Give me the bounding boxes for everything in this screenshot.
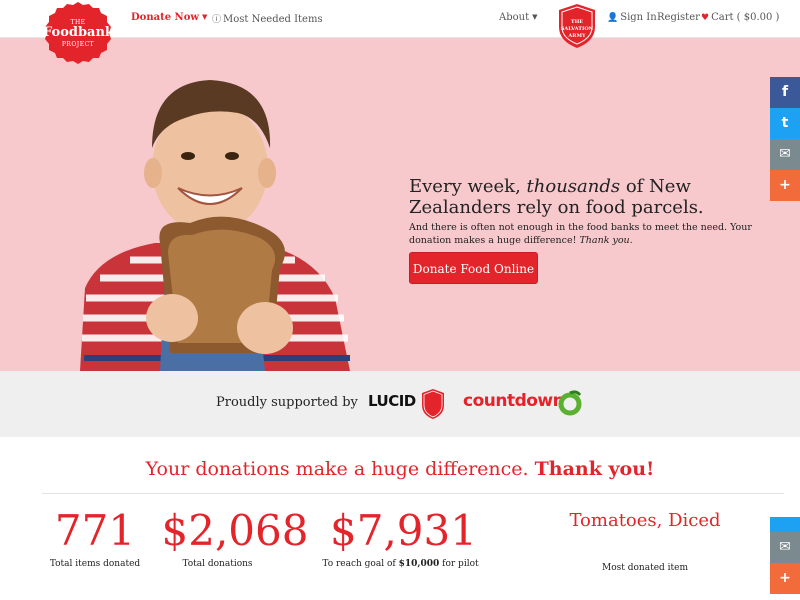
plus-icon: + (770, 170, 800, 201)
total-items-label: Total items donated (49, 559, 141, 569)
goal-label-pre: To reach goal of (322, 559, 399, 569)
sign-in-label: Sign In (620, 12, 657, 23)
most-needed-items-link[interactable]: ⓘ Most Needed Items (212, 12, 323, 25)
register-label: Register (657, 12, 700, 23)
donate-food-online-button[interactable]: Donate Food Online (409, 252, 538, 284)
most-needed-label: Most Needed Items (223, 14, 323, 25)
share-email-button-bottom[interactable]: ✉ (770, 532, 800, 563)
sponsors-label: Proudly supported by (216, 395, 358, 410)
total-donations-label: Total donations (182, 559, 253, 569)
email-icon: ✉ (770, 532, 800, 563)
top-navbar: THE Foodbank PROJECT Donate Now ▼ ⓘ Most N… (0, 0, 800, 64)
countdown-logo: countdown (463, 391, 565, 411)
countdown-swirl-icon (558, 390, 582, 416)
donate-now-label: Donate Now (131, 12, 199, 23)
plus-icon: + (770, 563, 800, 594)
donate-now-dropdown[interactable]: Donate Now ▼ (131, 12, 207, 23)
child-holding-bread-image (80, 80, 350, 371)
stats-divider (42, 493, 784, 494)
info-icon: ⓘ (212, 15, 222, 25)
about-label: About (499, 12, 530, 23)
share-more-button[interactable]: + (770, 170, 800, 201)
sign-in-link[interactable]: 👤 Sign In (607, 12, 657, 23)
logo-line-2: Foodbank (43, 25, 114, 40)
heart-icon: ♥ (701, 13, 710, 23)
about-dropdown[interactable]: About ▼ (499, 12, 538, 23)
remaining-goal-value: $7,931 (330, 506, 477, 555)
lucid-logo: LUCID (368, 392, 416, 410)
most-donated-item-value: Tomatoes, Diced (569, 510, 721, 531)
twitter-icon (770, 517, 800, 532)
chevron-down-icon: ▼ (201, 12, 208, 21)
most-donated-item-label: Most donated item (602, 563, 688, 573)
cart-label: Cart ( $0.00 ) (711, 12, 780, 23)
stats-heading: Your donations make a huge difference. T… (0, 458, 800, 480)
salvation-army-sponsor-logo (422, 389, 444, 419)
stats-heading-thanks: Thank you! (534, 458, 655, 480)
goal-label-post: for pilot (439, 559, 479, 569)
hero-banner: Every week, thousands of New Zealanders … (0, 38, 800, 371)
svg-text:SALVATION: SALVATION (561, 26, 594, 32)
twitter-icon: t (770, 108, 800, 139)
svg-text:THE: THE (571, 19, 583, 25)
total-items-value: 771 (54, 506, 136, 555)
hero-subtext: And there is often not enough in the foo… (409, 221, 759, 247)
sponsors-bar: Proudly supported by LUCID countdown (0, 371, 800, 437)
hero-subtext-thanks: Thank you. (579, 235, 633, 246)
salvation-army-logo[interactable]: THE SALVATION ARMY (556, 3, 598, 49)
total-donations-value: $2,068 (161, 506, 309, 555)
hero-heading-emphasis: thousands (526, 176, 621, 197)
logo-line-3: PROJECT (61, 41, 95, 48)
facebook-icon: f (770, 77, 800, 108)
share-more-button-bottom[interactable]: + (770, 563, 800, 594)
register-link[interactable]: Register (657, 12, 700, 23)
remaining-goal-label: To reach goal of $10,000 for pilot (318, 559, 483, 569)
share-twitter-button-bottom[interactable] (770, 517, 800, 532)
logo-text: THE Foodbank PROJECT (43, 0, 114, 70)
share-facebook-button[interactable]: f (770, 77, 800, 108)
share-email-button[interactable]: ✉ (770, 139, 800, 170)
cart-link[interactable]: ♥ Cart ( $0.00 ) (701, 12, 779, 23)
hero-heading: Every week, thousands of New Zealanders … (409, 176, 759, 218)
goal-amount: $10,000 (398, 559, 440, 569)
share-twitter-button[interactable]: t (770, 108, 800, 139)
foodbank-project-logo[interactable]: THE Foodbank PROJECT (43, 0, 114, 70)
svg-text:ARMY: ARMY (567, 33, 586, 39)
chevron-down-icon: ▼ (532, 13, 538, 21)
email-icon: ✉ (770, 139, 800, 170)
hero-heading-pre: Every week, (409, 176, 527, 197)
stats-heading-main: Your donations make a huge difference. (145, 458, 535, 480)
user-icon: 👤 (607, 13, 619, 23)
